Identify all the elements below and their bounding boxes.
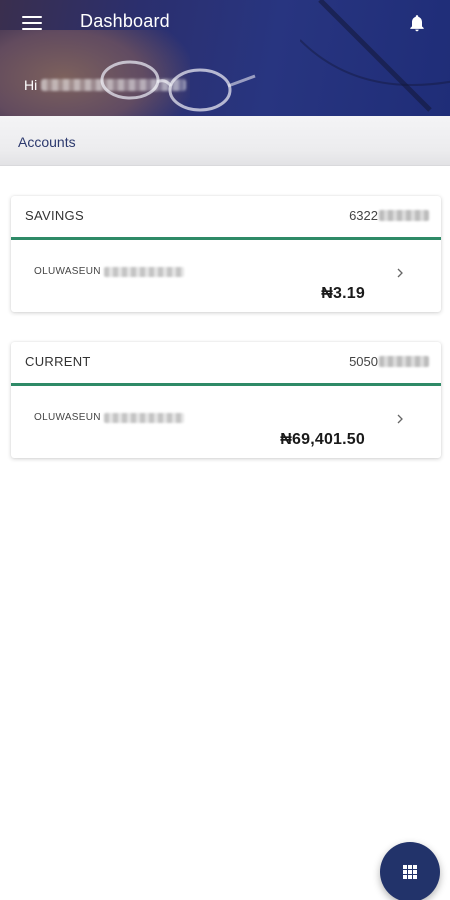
account-holder-first-name: OLUWASEUN [34, 266, 101, 277]
chevron-right-icon[interactable] [395, 266, 405, 280]
strap-illustration [300, 0, 450, 112]
account-card-header: CURRENT 5050 [11, 342, 441, 386]
app-header: Dashboard Hi [0, 0, 450, 116]
chevron-right-icon[interactable] [395, 412, 405, 426]
account-holder: OLUWASEUN [34, 266, 184, 277]
account-card-savings[interactable]: SAVINGS 6322 OLUWASEUN ₦3.19 [11, 196, 441, 312]
accounts-section-bar: Accounts [0, 116, 450, 166]
account-card-header: SAVINGS 6322 [11, 196, 441, 240]
redacted-user-name [41, 79, 187, 91]
page-title: Dashboard [80, 11, 170, 31]
account-card-current[interactable]: CURRENT 5050 OLUWASEUN ₦69,401.50 [11, 342, 441, 458]
quick-actions-fab[interactable] [380, 842, 440, 900]
account-number: 6322 [349, 208, 429, 223]
greeting-prefix: Hi [24, 77, 38, 93]
bell-icon[interactable] [407, 12, 427, 34]
redacted-account-digits [379, 356, 429, 367]
greeting: Hi [24, 77, 187, 93]
account-type: CURRENT [25, 354, 91, 369]
account-holder: OLUWASEUN [34, 412, 184, 423]
grid-apps-icon [403, 865, 417, 879]
account-type: SAVINGS [25, 208, 84, 223]
account-balance: ₦3.19 [321, 285, 365, 302]
redacted-account-digits [379, 210, 429, 221]
account-number-prefix: 5050 [349, 354, 378, 369]
menu-button[interactable] [22, 14, 42, 32]
account-number-prefix: 6322 [349, 208, 378, 223]
account-holder-first-name: OLUWASEUN [34, 412, 101, 423]
account-number: 5050 [349, 354, 429, 369]
account-balance: ₦69,401.50 [280, 431, 365, 448]
redacted-holder-name [103, 266, 184, 277]
redacted-holder-name [103, 412, 184, 423]
section-title: Accounts [18, 134, 76, 150]
